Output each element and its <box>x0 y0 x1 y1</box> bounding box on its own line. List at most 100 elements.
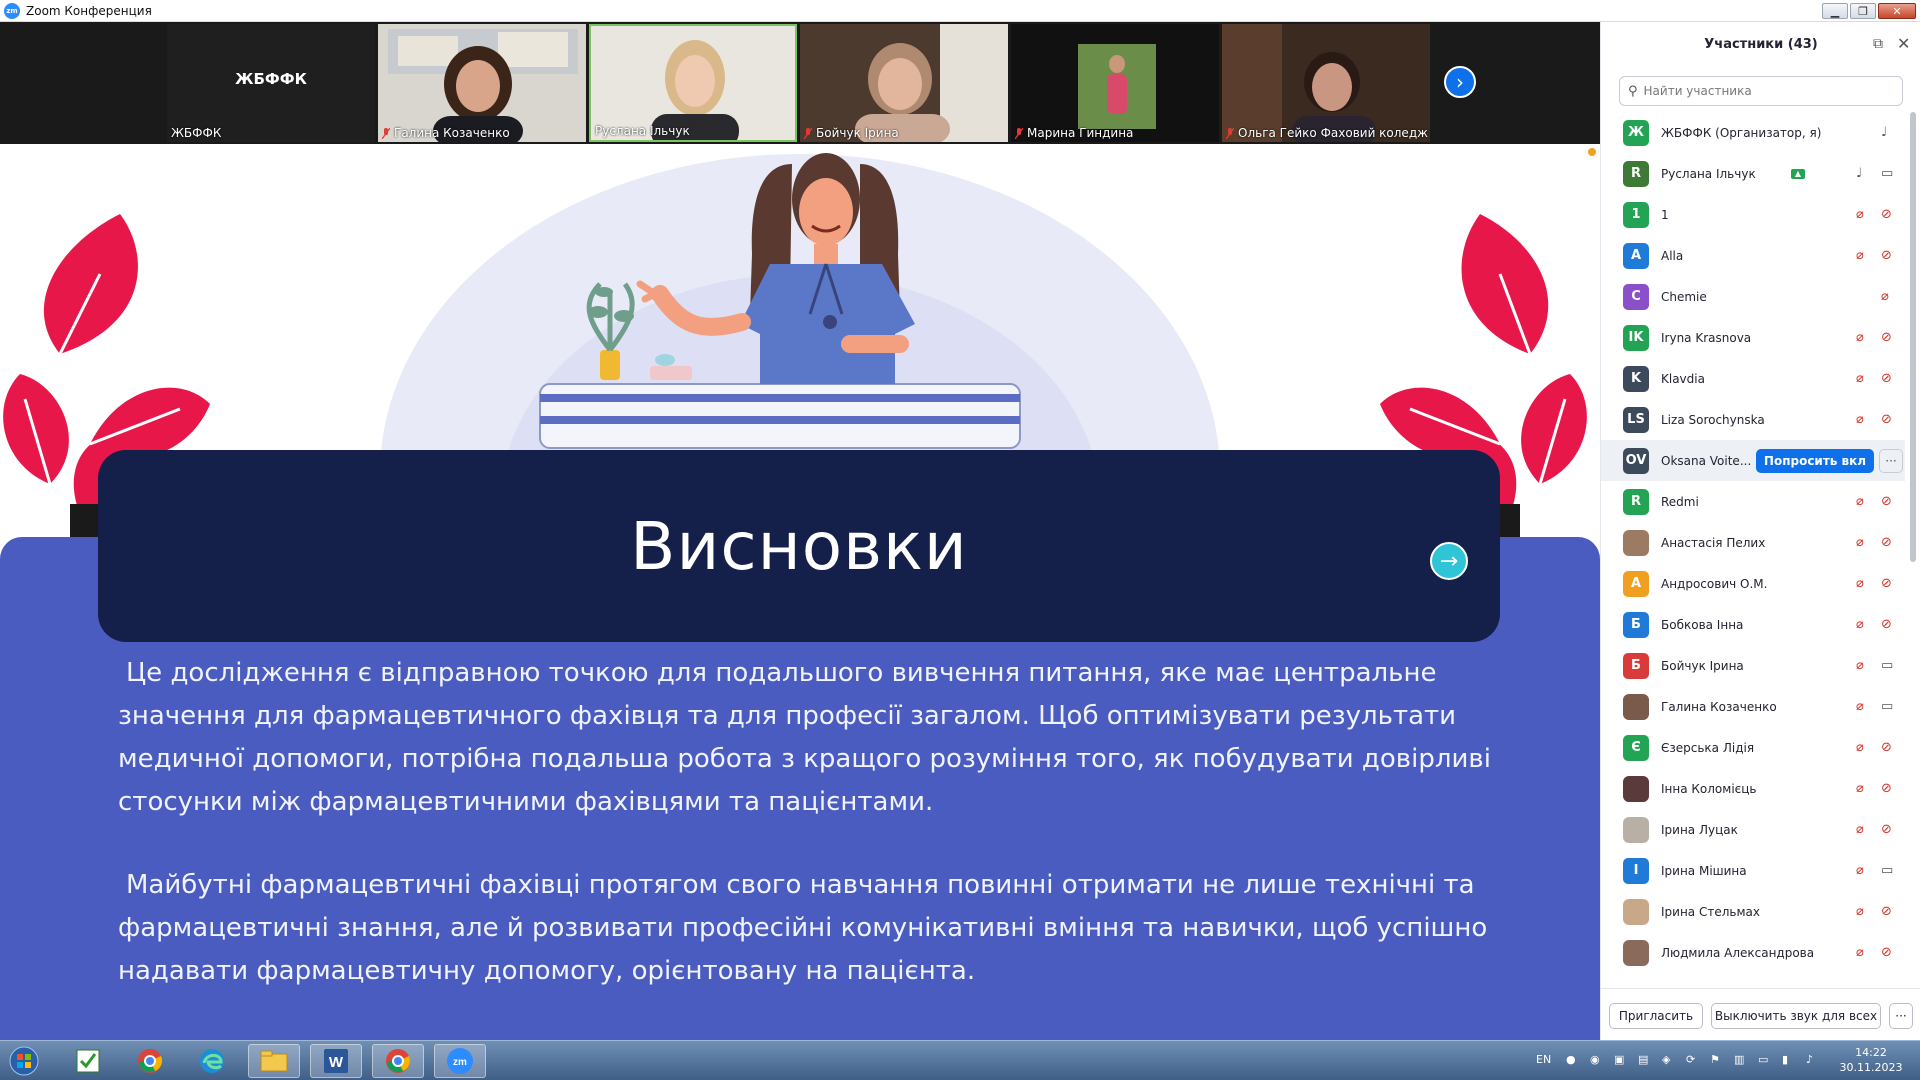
participant-row[interactable]: LS Liza Sorochynska ⌀ ⊘ <box>1601 399 1905 440</box>
participant-row[interactable]: Людмила Александрова ⌀ ⊘ <box>1601 932 1905 973</box>
close-panel-icon[interactable]: ✕ <box>1897 34 1910 53</box>
mute-all-button[interactable]: Выключить звук для всех <box>1711 1003 1881 1029</box>
popout-icon[interactable]: ⧉ <box>1873 36 1883 52</box>
participant-row[interactable]: А Андросович О.М. ⌀ ⊘ <box>1601 563 1905 604</box>
chrome-tray-icon[interactable]: ◉ <box>1590 1053 1600 1066</box>
video-tile-boichuk[interactable]: Бойчук Ірина <box>800 24 1008 142</box>
participant-row[interactable]: Б Бобкова Інна ⌀ ⊘ <box>1601 604 1905 645</box>
taskbar-clock[interactable]: 14:22 30.11.2023 <box>1836 1045 1906 1075</box>
video-off-icon[interactable]: ▭ <box>1881 166 1893 181</box>
ask-to-unmute-button[interactable]: Попросить вкл <box>1756 448 1874 473</box>
sync-tray-icon[interactable]: ⟳ <box>1686 1053 1695 1066</box>
search-participant-input[interactable]: ⚲ Найти участника <box>1619 76 1903 106</box>
taskbar-chrome-2[interactable] <box>372 1044 424 1078</box>
video-tile-maryna[interactable]: Марина Гиндина <box>1011 24 1219 142</box>
participant-more-button[interactable]: ··· <box>1879 448 1903 473</box>
mic-on-icon[interactable]: ♩ <box>1881 125 1887 140</box>
participant-row[interactable]: Є Єзерська Лідія ⌀ ⊘ <box>1601 727 1905 768</box>
taskbar-word[interactable]: W <box>310 1044 362 1078</box>
mic-muted-icon[interactable]: ⌀ <box>1856 658 1864 673</box>
video-tile-olha[interactable]: Ольга Гейко Фаховий коледж <box>1222 24 1430 142</box>
participant-row[interactable]: A Alla ⌀ ⊘ <box>1601 235 1905 276</box>
video-off-icon[interactable]: ▭ <box>1881 699 1893 714</box>
mic-muted-icon[interactable]: ⌀ <box>1881 289 1889 304</box>
taskbar-tasks-app[interactable] <box>62 1044 114 1078</box>
participant-row[interactable]: Б Бойчук Ірина ⌀ ▭ <box>1601 645 1905 686</box>
mic-muted-icon[interactable]: ⌀ <box>1856 699 1864 714</box>
mic-muted-icon[interactable]: ⌀ <box>1856 740 1864 755</box>
taskbar-edge[interactable] <box>186 1044 238 1078</box>
mic-muted-icon[interactable]: ⌀ <box>1856 863 1864 878</box>
participant-row[interactable]: Інна Коломієць ⌀ ⊘ <box>1601 768 1905 809</box>
video-off-icon[interactable]: ▭ <box>1881 658 1893 673</box>
filmstrip-next-button[interactable]: › <box>1444 66 1476 98</box>
mic-on-icon[interactable]: ♩ <box>1856 166 1862 181</box>
scrollbar-thumb[interactable] <box>1910 112 1916 562</box>
mic-muted-icon[interactable]: ⌀ <box>1856 822 1864 837</box>
participant-row[interactable]: OV Oksana Voite... Попросить вкл ··· <box>1601 440 1905 481</box>
video-off-icon[interactable]: ⊘ <box>1881 494 1892 509</box>
video-off-icon[interactable]: ⊘ <box>1881 822 1892 837</box>
video-off-icon[interactable]: ⊘ <box>1881 945 1892 960</box>
video-tile-galyna[interactable]: Галина Козаченко <box>378 24 586 142</box>
more-options-button[interactable]: ··· <box>1889 1003 1913 1029</box>
video-off-icon[interactable]: ⊘ <box>1881 412 1892 427</box>
participant-row[interactable]: І Ірина Мішина ⌀ ▭ <box>1601 850 1905 891</box>
video-off-icon[interactable]: ⊘ <box>1881 781 1892 796</box>
mic-muted-icon[interactable]: ⌀ <box>1856 494 1864 509</box>
network-tray-icon[interactable]: ▤ <box>1638 1053 1648 1066</box>
video-tile-ruslana[interactable]: Руслана Ільчук <box>589 24 797 142</box>
participant-row[interactable]: R Redmi ⌀ ⊘ <box>1601 481 1905 522</box>
tool-tray-icon[interactable]: ▣ <box>1614 1053 1624 1066</box>
video-off-icon[interactable]: ⊘ <box>1881 904 1892 919</box>
printer-tray-icon[interactable]: ▥ <box>1734 1053 1744 1066</box>
participant-row[interactable]: Ж ЖБФФК (Организатор, я) ♩ <box>1601 112 1905 153</box>
mic-muted-icon[interactable]: ⌀ <box>1856 781 1864 796</box>
maximize-button[interactable]: ❐ <box>1850 3 1876 19</box>
participant-row[interactable]: Галина Козаченко ⌀ ▭ <box>1601 686 1905 727</box>
participant-row[interactable]: 1 1 ⌀ ⊘ <box>1601 194 1905 235</box>
mic-muted-icon[interactable]: ⌀ <box>1856 617 1864 632</box>
close-window-button[interactable]: ✕ <box>1878 3 1916 19</box>
mic-muted-icon[interactable]: ⌀ <box>1856 535 1864 550</box>
taskbar-explorer[interactable] <box>248 1044 300 1078</box>
zoom-tray-icon[interactable]: ● <box>1566 1053 1576 1066</box>
video-off-icon[interactable]: ⊘ <box>1881 207 1892 222</box>
mic-muted-icon[interactable]: ⌀ <box>1856 412 1864 427</box>
video-off-icon[interactable]: ▭ <box>1881 863 1893 878</box>
participant-row[interactable]: Ірина Стельмах ⌀ ⊘ <box>1601 891 1905 932</box>
taskbar-chrome[interactable] <box>124 1044 176 1078</box>
mic-muted-icon[interactable]: ⌀ <box>1856 945 1864 960</box>
participant-row[interactable]: K Klavdia ⌀ ⊘ <box>1601 358 1905 399</box>
video-off-icon[interactable]: ⊘ <box>1881 330 1892 345</box>
mic-muted-icon[interactable]: ⌀ <box>1856 207 1864 222</box>
participant-row[interactable]: C Chemie ⌀ <box>1601 276 1905 317</box>
video-off-icon[interactable]: ⊘ <box>1881 576 1892 591</box>
mic-muted-icon[interactable]: ⌀ <box>1856 576 1864 591</box>
language-indicator[interactable]: EN <box>1536 1053 1551 1066</box>
display-tray-icon[interactable]: ▭ <box>1758 1053 1768 1066</box>
mic-muted-icon[interactable]: ⌀ <box>1856 904 1864 919</box>
minimize-button[interactable]: ▁ <box>1822 3 1848 19</box>
video-off-icon[interactable]: ⊘ <box>1881 371 1892 386</box>
mic-muted-icon[interactable]: ⌀ <box>1856 330 1864 345</box>
flag-tray-icon[interactable]: ⚑ <box>1710 1053 1720 1066</box>
video-off-icon[interactable]: ⊘ <box>1881 617 1892 632</box>
app-tray-icon[interactable]: ◈ <box>1662 1053 1670 1066</box>
participant-list-scrollbar[interactable] <box>1909 112 1917 988</box>
participant-row[interactable]: R Руслана Ільчук ▲ ♩ ▭ <box>1601 153 1905 194</box>
video-off-icon[interactable]: ⊘ <box>1881 535 1892 550</box>
taskbar-zoom[interactable]: zm <box>434 1044 486 1078</box>
participant-row[interactable]: Ірина Луцак ⌀ ⊘ <box>1601 809 1905 850</box>
power-tray-icon[interactable]: ▮ <box>1782 1053 1788 1066</box>
video-off-icon[interactable]: ⊘ <box>1881 740 1892 755</box>
invite-button[interactable]: Пригласить <box>1609 1003 1703 1029</box>
participant-row[interactable]: IK Iryna Krasnova ⌀ ⊘ <box>1601 317 1905 358</box>
volume-tray-icon[interactable]: ♪ <box>1806 1053 1813 1066</box>
video-tile-host[interactable]: ЖБФФК ЖБФФК <box>167 24 375 142</box>
mic-muted-icon[interactable]: ⌀ <box>1856 371 1864 386</box>
mic-muted-icon[interactable]: ⌀ <box>1856 248 1864 263</box>
video-off-icon[interactable]: ⊘ <box>1881 248 1892 263</box>
start-button[interactable] <box>0 1044 48 1078</box>
participant-row[interactable]: Анастасія Пелих ⌀ ⊘ <box>1601 522 1905 563</box>
